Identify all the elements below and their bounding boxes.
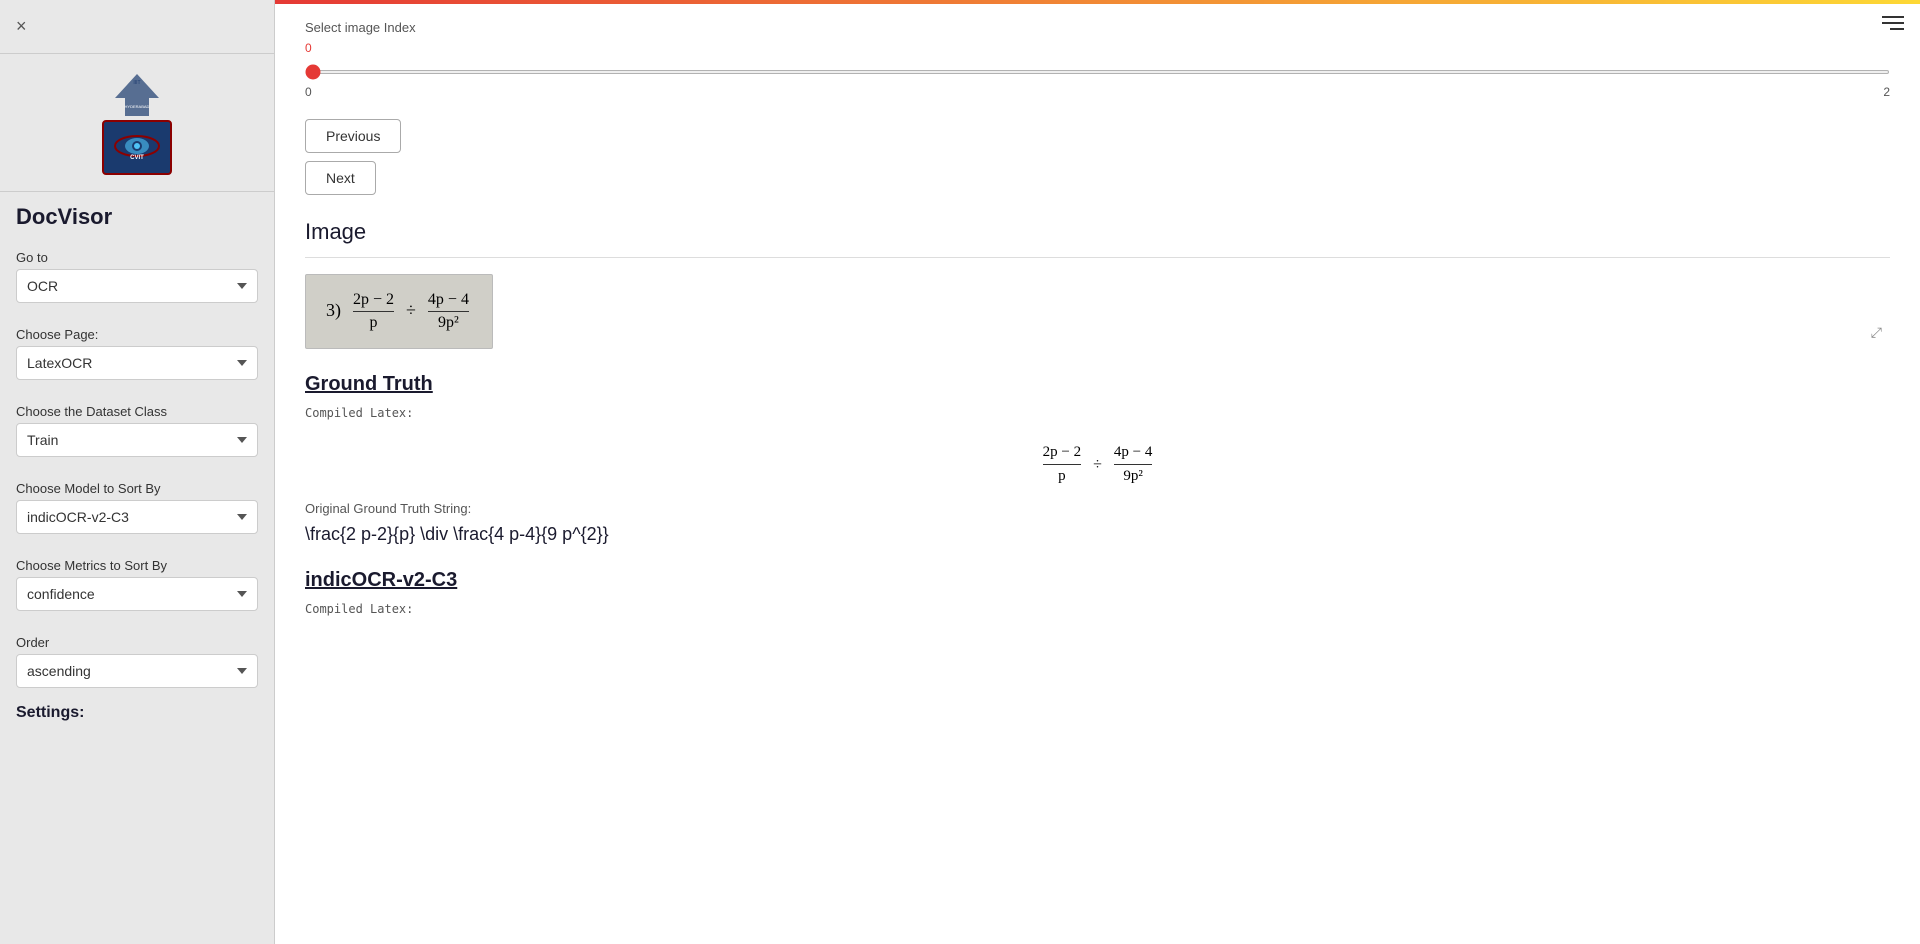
formula-image-text: 3) 2p − 2 p ÷ 4p − 4 9p² — [326, 300, 472, 320]
original-gt-string: \frac{2 p-2}{p} \div \frac{4 p-4}{9 p^{2… — [305, 524, 1890, 545]
order-select[interactable]: ascending — [16, 654, 258, 688]
sidebar-header: × — [0, 0, 274, 54]
iiit-logo: IIIT HYDERABAD — [105, 70, 170, 120]
order-section: Order ascending — [0, 619, 274, 696]
model-title: indicOCR-v2-C3 — [305, 569, 1890, 592]
top-gradient-bar — [275, 0, 1920, 4]
choose-page-label: Choose Page: — [16, 327, 258, 342]
rendered-formula: 2p − 2 p ÷ 4p − 4 9p² — [305, 428, 1890, 501]
goto-label: Go to — [16, 250, 258, 265]
previous-button[interactable]: Previous — [305, 119, 401, 153]
close-button[interactable]: × — [16, 16, 27, 37]
slider-min: 0 — [305, 85, 312, 99]
cvit-logo: CVIT — [102, 120, 172, 175]
ground-truth-title: Ground Truth — [305, 373, 1890, 396]
order-label: Order — [16, 635, 258, 650]
choose-dataset-label: Choose the Dataset Class — [16, 404, 258, 419]
svg-text:HYDERABAD: HYDERABAD — [124, 104, 149, 109]
choose-dataset-section: Choose the Dataset Class Train — [0, 388, 274, 465]
choose-metrics-label: Choose Metrics to Sort By — [16, 558, 258, 573]
logo-area: IIIT HYDERABAD CVIT — [0, 54, 274, 192]
original-gt-label: Original Ground Truth String: — [305, 501, 1890, 516]
expand-icon[interactable]: ⤢ — [1871, 324, 1882, 341]
slider-value-top: 0 — [305, 41, 1890, 55]
svg-text:CVIT: CVIT — [130, 155, 144, 161]
model-compiled-latex-label: Compiled Latex: — [305, 602, 1890, 616]
formula-image: 3) 2p − 2 p ÷ 4p − 4 9p² — [305, 274, 493, 349]
svg-text:IIIT: IIIT — [133, 80, 140, 86]
slider-minmax: 0 2 — [305, 85, 1890, 99]
choose-page-select[interactable]: LatexOCR — [16, 346, 258, 380]
choose-metrics-section: Choose Metrics to Sort By confidence — [0, 542, 274, 619]
image-divider — [305, 257, 1890, 258]
menu-icon[interactable] — [1882, 12, 1904, 34]
slider-section: Select image Index 0 0 2 — [305, 20, 1890, 99]
settings-label: Settings: — [0, 696, 274, 730]
choose-model-label: Choose Model to Sort By — [16, 481, 258, 496]
goto-section: Go to OCR — [0, 234, 274, 311]
choose-page-section: Choose Page: LatexOCR — [0, 311, 274, 388]
sidebar: × IIIT HYDERABAD CVIT DocVis — [0, 0, 275, 944]
ground-truth-section: Ground Truth Compiled Latex: 2p − 2 p ÷ … — [305, 373, 1890, 545]
compiled-latex-label: Compiled Latex: — [305, 406, 1890, 420]
slider-label: Select image Index — [305, 20, 1890, 35]
image-index-slider[interactable] — [305, 70, 1890, 74]
choose-model-select[interactable]: indicOCR-v2-C3 — [16, 500, 258, 534]
model-section: indicOCR-v2-C3 Compiled Latex: — [305, 569, 1890, 616]
image-section-title: Image — [305, 219, 1890, 245]
app-title: DocVisor — [0, 192, 274, 234]
next-button[interactable]: Next — [305, 161, 376, 195]
main-content: Select image Index 0 0 2 Previous Next I… — [275, 0, 1920, 944]
choose-metrics-select[interactable]: confidence — [16, 577, 258, 611]
image-container: 3) 2p − 2 p ÷ 4p − 4 9p² ⤢ — [305, 274, 1890, 349]
choose-dataset-select[interactable]: Train — [16, 423, 258, 457]
image-section: Image 3) 2p − 2 p ÷ 4p − 4 9p² — [305, 219, 1890, 349]
slider-wrapper — [305, 57, 1890, 83]
goto-select[interactable]: OCR — [16, 269, 258, 303]
choose-model-section: Choose Model to Sort By indicOCR-v2-C3 — [0, 465, 274, 542]
slider-max: 2 — [1883, 85, 1890, 99]
nav-buttons: Previous Next — [305, 119, 1890, 195]
